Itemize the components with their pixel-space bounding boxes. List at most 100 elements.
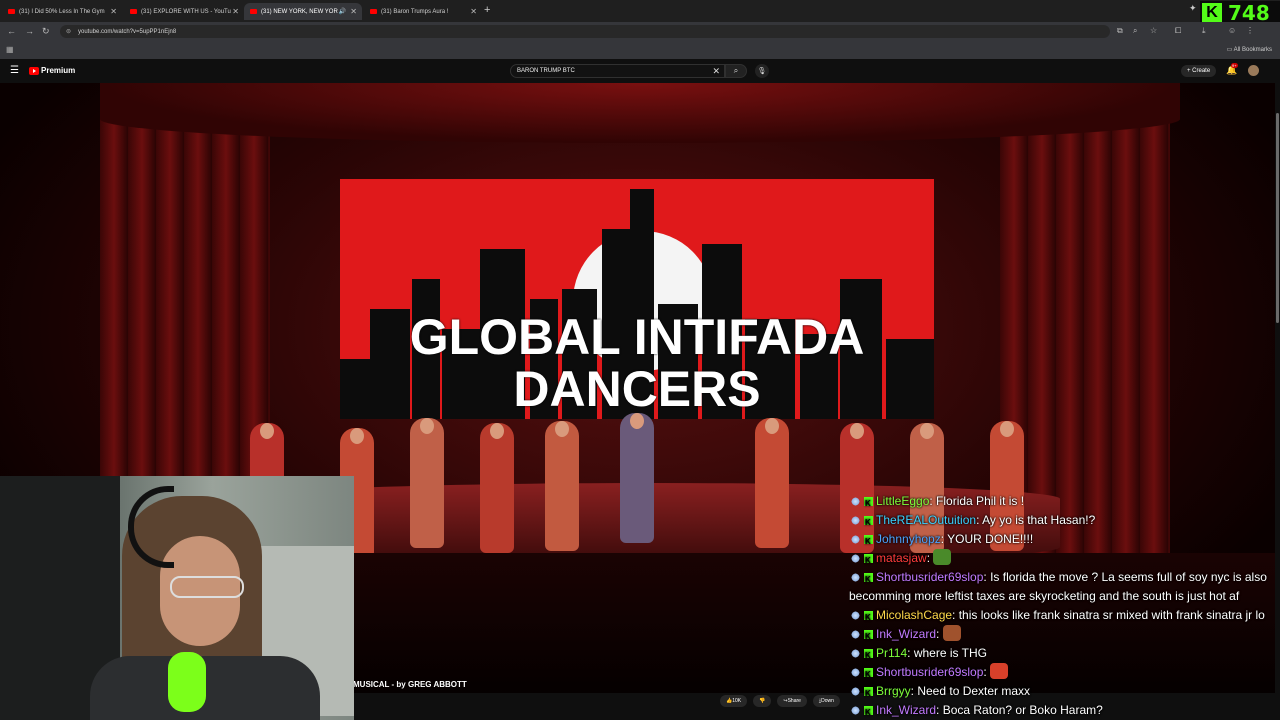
- kick-badge-icon: [864, 494, 873, 513]
- kick-badge-icon: [864, 551, 873, 570]
- all-bookmarks-button[interactable]: ▭ All Bookmarks: [1227, 46, 1272, 53]
- chat-separator: :: [983, 665, 991, 679]
- video-actions: 👍 10K 👎 ↪ Share ⤓ Down: [720, 695, 840, 709]
- chat-text: where is THG: [913, 646, 987, 660]
- downloads-icon[interactable]: ⤓: [1202, 26, 1206, 36]
- profile-icon[interactable]: ☺: [1228, 26, 1236, 35]
- subscriber-badge-icon: [849, 705, 862, 716]
- chat-message: matasjaw:: [849, 549, 1280, 570]
- kick-badge-icon: [864, 684, 873, 703]
- forward-icon[interactable]: →: [25, 26, 34, 36]
- chat-username[interactable]: matasjaw: [876, 551, 927, 565]
- search-input[interactable]: BARON TRUMP BTC ✕: [510, 64, 725, 78]
- hamburger-menu-icon[interactable]: ☰: [10, 65, 19, 76]
- chat-username[interactable]: LittleEggo: [876, 494, 929, 508]
- browser-tab-bar: (31) I Did 50% Less In The Gym ✕ (31) EX…: [0, 0, 1280, 22]
- voice-search-button[interactable]: 🎙: [755, 64, 769, 78]
- like-count: 10K: [732, 698, 742, 704]
- tab-title: (31) Baron Trumps Aura !: [381, 8, 449, 15]
- chat-message: Ink_Wizard: Boca Raton? or Boko Haram?: [849, 701, 1280, 720]
- youtube-header: ☰ Premium BARON TRUMP BTC ✕ ⌕ 🎙 + Create…: [0, 59, 1280, 83]
- url-field[interactable]: ⊜ youtube.com/watch?v=5upPP1nEjn8: [60, 25, 1110, 38]
- search-icon: ⌕: [733, 66, 739, 75]
- chat-username[interactable]: Brrgyy: [876, 684, 911, 698]
- clear-search-icon[interactable]: ✕: [712, 66, 720, 77]
- chat-message: Pr114: where is THG: [849, 644, 1280, 665]
- bookmark-star-icon[interactable]: ☆: [1150, 26, 1157, 35]
- browser-tab-active[interactable]: (31) NEW YORK, NEW YOR 🔊 ✕: [244, 3, 362, 20]
- chat-separator: :: [926, 551, 934, 565]
- search-button[interactable]: ⌕: [725, 64, 747, 78]
- chat-message: TheREALOutuition: Ay yo is that Hasan!?: [849, 511, 1280, 532]
- back-icon[interactable]: ←: [7, 26, 16, 36]
- share-button[interactable]: ↪ Share: [777, 695, 807, 707]
- sparkle-icon: ✦: [1189, 3, 1197, 13]
- chat-username[interactable]: Johnnyhopz: [876, 532, 941, 546]
- browser-tab[interactable]: (31) Baron Trumps Aura ! ✕: [364, 3, 482, 20]
- install-icon[interactable]: ⧉: [1117, 26, 1123, 36]
- dislike-button[interactable]: 👎: [753, 695, 772, 707]
- chat-username[interactable]: MicolashCage: [876, 608, 952, 622]
- subscriber-badge-icon: [849, 572, 862, 583]
- chat-separator: :: [952, 608, 959, 622]
- address-bar-row: ← → ↻ ⊜ youtube.com/watch?v=5upPP1nEjn8 …: [0, 22, 1280, 41]
- menu-icon[interactable]: ⋮: [1246, 26, 1254, 35]
- thumbs-down-icon: 👎: [759, 698, 766, 704]
- create-button[interactable]: + Create: [1181, 65, 1217, 77]
- all-bookmarks-label: All Bookmarks: [1233, 47, 1272, 53]
- chat-username[interactable]: Ink_Wizard: [876, 627, 936, 641]
- like-button[interactable]: 👍 10K: [720, 695, 748, 707]
- apps-grid-icon[interactable]: ▦: [6, 45, 14, 54]
- close-tab-icon[interactable]: ✕: [470, 7, 477, 16]
- new-tab-icon[interactable]: +: [484, 4, 490, 16]
- youtube-favicon-icon: [250, 9, 257, 14]
- close-tab-icon[interactable]: ✕: [232, 7, 239, 16]
- chat-text: YOUR DONE!!!!: [947, 532, 1034, 546]
- screen-title-line: GLOBAL INTIFADA: [409, 309, 865, 365]
- youtube-play-icon: [29, 66, 39, 75]
- download-button[interactable]: ⤓ Down: [812, 695, 840, 707]
- kick-badge-icon: [864, 608, 873, 627]
- youtube-logo[interactable]: Premium: [29, 66, 75, 75]
- search-value: BARON TRUMP BTC: [517, 68, 575, 74]
- kick-logo-icon: K: [1202, 3, 1222, 23]
- chat-message: Brrgyy: Need to Dexter maxx: [849, 682, 1280, 703]
- chat-message: Ink_Wizard:: [849, 625, 1280, 646]
- audio-playing-icon[interactable]: 🔊: [339, 8, 346, 15]
- dancer-figure: [545, 421, 579, 551]
- site-info-icon[interactable]: ⊜: [66, 28, 71, 35]
- subscriber-badge-icon: [849, 553, 862, 564]
- zoom-icon[interactable]: ⌕: [1133, 26, 1137, 36]
- brand-label: Premium: [41, 66, 76, 75]
- kick-badge-icon: [864, 532, 873, 551]
- chat-emote-icon: [933, 549, 952, 565]
- webcam-overlay: [0, 476, 354, 720]
- close-tab-icon[interactable]: ✕: [350, 7, 357, 16]
- url-text: youtube.com/watch?v=5upPP1nEjn8: [78, 28, 177, 35]
- chat-text: this looks like frank sinatra sr mixed w…: [958, 608, 1265, 622]
- close-tab-icon[interactable]: ✕: [110, 7, 117, 16]
- tab-title: (31) I Did 50% Less In The Gym: [19, 8, 105, 15]
- chat-username[interactable]: Pr114: [876, 646, 907, 660]
- chat-message: MicolashCage: this looks like frank sina…: [849, 606, 1280, 627]
- chat-message: LittleEggo: Florida Phil it is !: [849, 492, 1280, 513]
- reload-icon[interactable]: ↻: [42, 26, 50, 37]
- chat-separator: :: [936, 627, 943, 641]
- notifications-button[interactable]: 🔔 9+: [1226, 63, 1238, 76]
- kick-badge-icon: [864, 570, 873, 589]
- youtube-favicon-icon: [8, 9, 15, 14]
- chat-text: Florida Phil it is !: [936, 494, 1025, 508]
- browser-tab[interactable]: (31) I Did 50% Less In The Gym ✕: [2, 3, 122, 20]
- avatar[interactable]: [1248, 65, 1259, 76]
- dancer-figure: [480, 423, 514, 553]
- browser-tab[interactable]: (31) EXPLORE WITH US - YouTu ✕: [124, 3, 244, 20]
- chat-username[interactable]: Shortbusrider69slop: [876, 665, 983, 679]
- chat-username[interactable]: Ink_Wizard: [876, 703, 936, 717]
- chat-text: Ay yo is that Hasan!?: [982, 513, 1096, 527]
- extensions-icon[interactable]: ⧠: [1175, 26, 1181, 36]
- chat-username[interactable]: Shortbusrider69slop: [876, 570, 983, 584]
- subscriber-badge-icon: [849, 667, 862, 678]
- chat-message: Johnnyhopz: YOUR DONE!!!!: [849, 530, 1280, 551]
- chat-separator: :: [907, 646, 914, 660]
- chat-username[interactable]: TheREALOutuition: [876, 513, 976, 527]
